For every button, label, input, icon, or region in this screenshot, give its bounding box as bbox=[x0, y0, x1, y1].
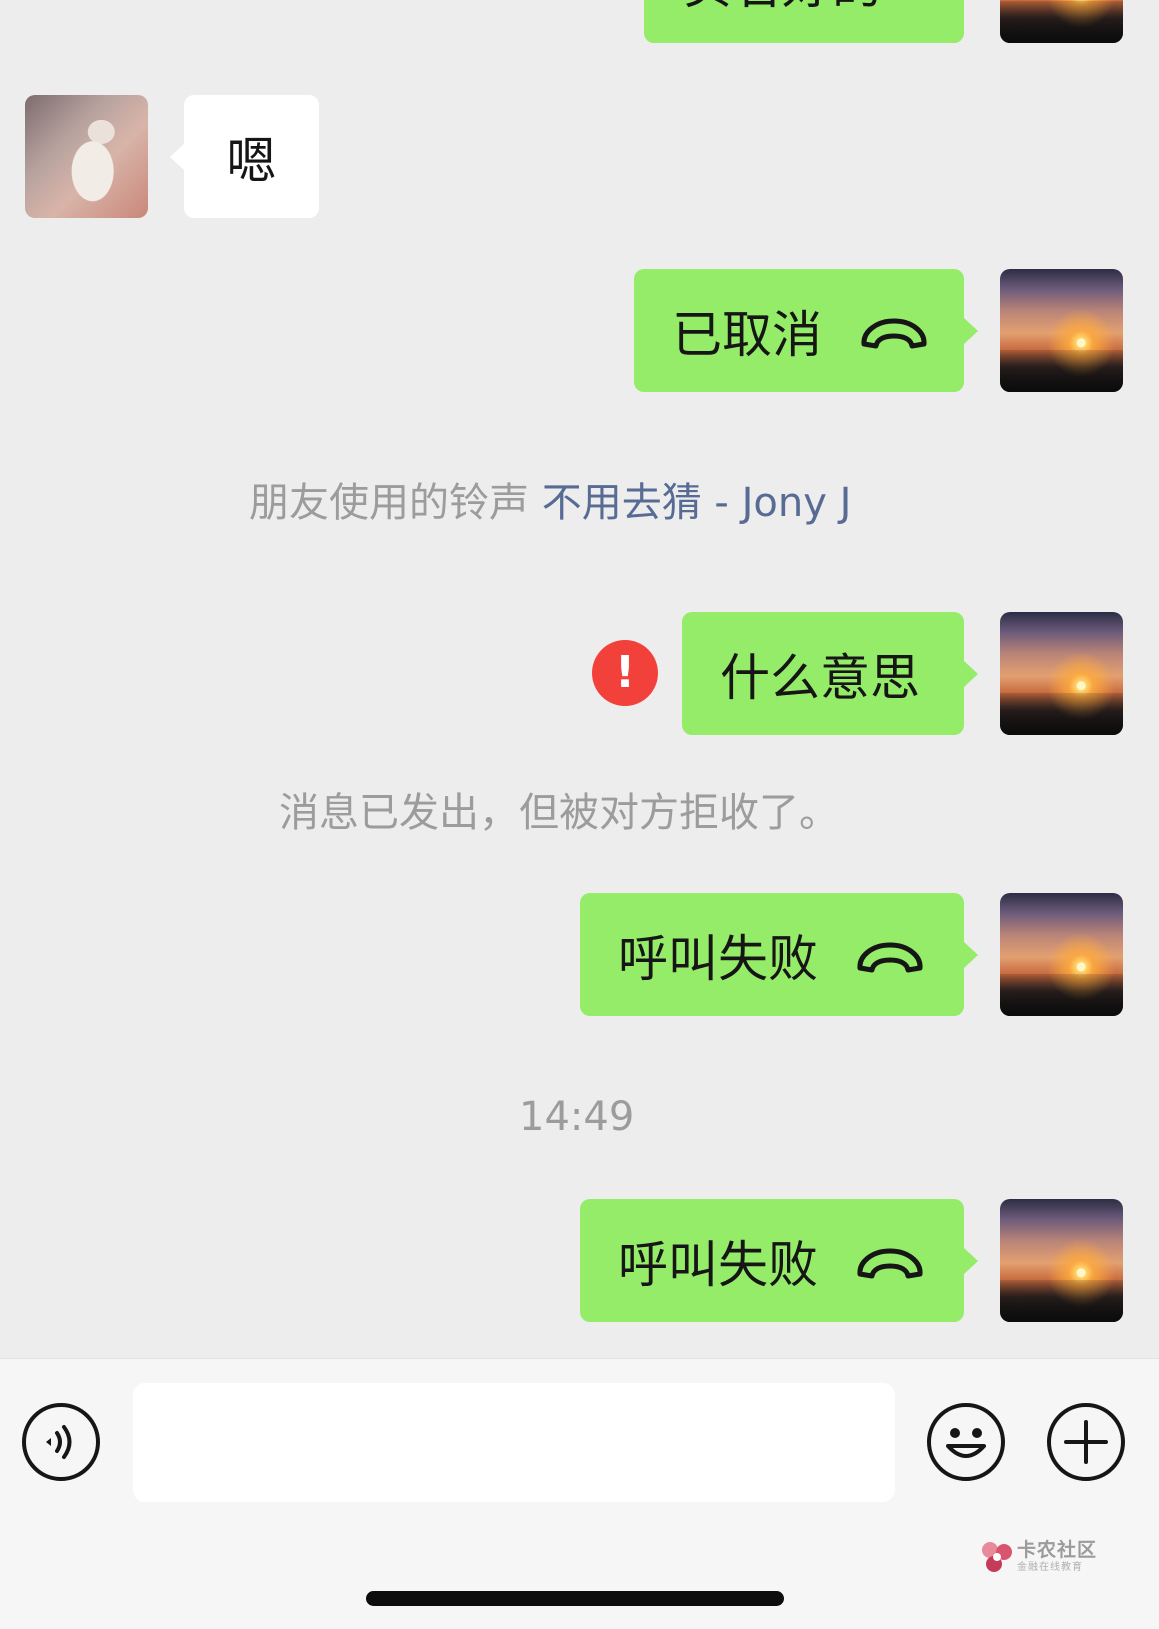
call-status-text: 呼叫失败 bbox=[618, 929, 818, 988]
call-status-text: 已取消 bbox=[672, 305, 822, 364]
ringtone-song-link[interactable]: 不用去猜 - Jony J bbox=[542, 480, 852, 526]
emoji-icon[interactable] bbox=[926, 1402, 1006, 1482]
home-indicator[interactable] bbox=[366, 1591, 784, 1606]
ringtone-prefix: 朋友使用的铃声 bbox=[249, 480, 529, 526]
error-exclamation-icon[interactable]: ! bbox=[592, 640, 658, 706]
call-record-bubble[interactable]: 呼叫失败 bbox=[580, 893, 978, 1016]
message-text: 实名好的 bbox=[682, 0, 882, 18]
message-text: 什么意思 bbox=[720, 648, 920, 707]
message-text: 嗯 bbox=[226, 131, 277, 190]
rejected-notice: 消息已发出，但被对方拒收了。 bbox=[279, 790, 839, 836]
watermark-logo-icon bbox=[982, 1542, 1012, 1572]
watermark-title: 卡农社区 bbox=[1017, 1539, 1098, 1561]
phone-hangup-icon bbox=[857, 1248, 923, 1278]
call-record-bubble[interactable]: 已取消 bbox=[634, 269, 978, 392]
timestamp: 14:49 bbox=[519, 1094, 635, 1140]
message-bubble-received[interactable]: 嗯 bbox=[170, 95, 319, 218]
message-bubble-sent[interactable]: 什么意思 bbox=[682, 612, 978, 735]
call-status-text: 呼叫失败 bbox=[618, 1235, 818, 1294]
plus-icon[interactable] bbox=[1046, 1402, 1126, 1482]
avatar-self[interactable] bbox=[1000, 269, 1123, 392]
avatar-contact[interactable] bbox=[25, 95, 148, 218]
avatar-self[interactable] bbox=[1000, 612, 1123, 735]
message-input[interactable] bbox=[133, 1383, 895, 1502]
phone-hangup-icon bbox=[857, 942, 923, 972]
phone-hangup-icon bbox=[861, 318, 927, 348]
message-bubble-sent[interactable]: 实名好的 bbox=[644, 0, 964, 43]
avatar-self[interactable] bbox=[1000, 0, 1123, 43]
voice-icon[interactable] bbox=[21, 1402, 101, 1482]
watermark: 卡农社区 金融在线教育 bbox=[980, 1540, 1097, 1574]
avatar-self[interactable] bbox=[1000, 1199, 1123, 1322]
ringtone-notice: 朋友使用的铃声 不用去猜 - Jony J bbox=[249, 470, 851, 528]
avatar-self[interactable] bbox=[1000, 893, 1123, 1016]
call-record-bubble[interactable]: 呼叫失败 bbox=[580, 1199, 978, 1322]
watermark-subtitle: 金融在线教育 bbox=[1017, 1562, 1083, 1573]
